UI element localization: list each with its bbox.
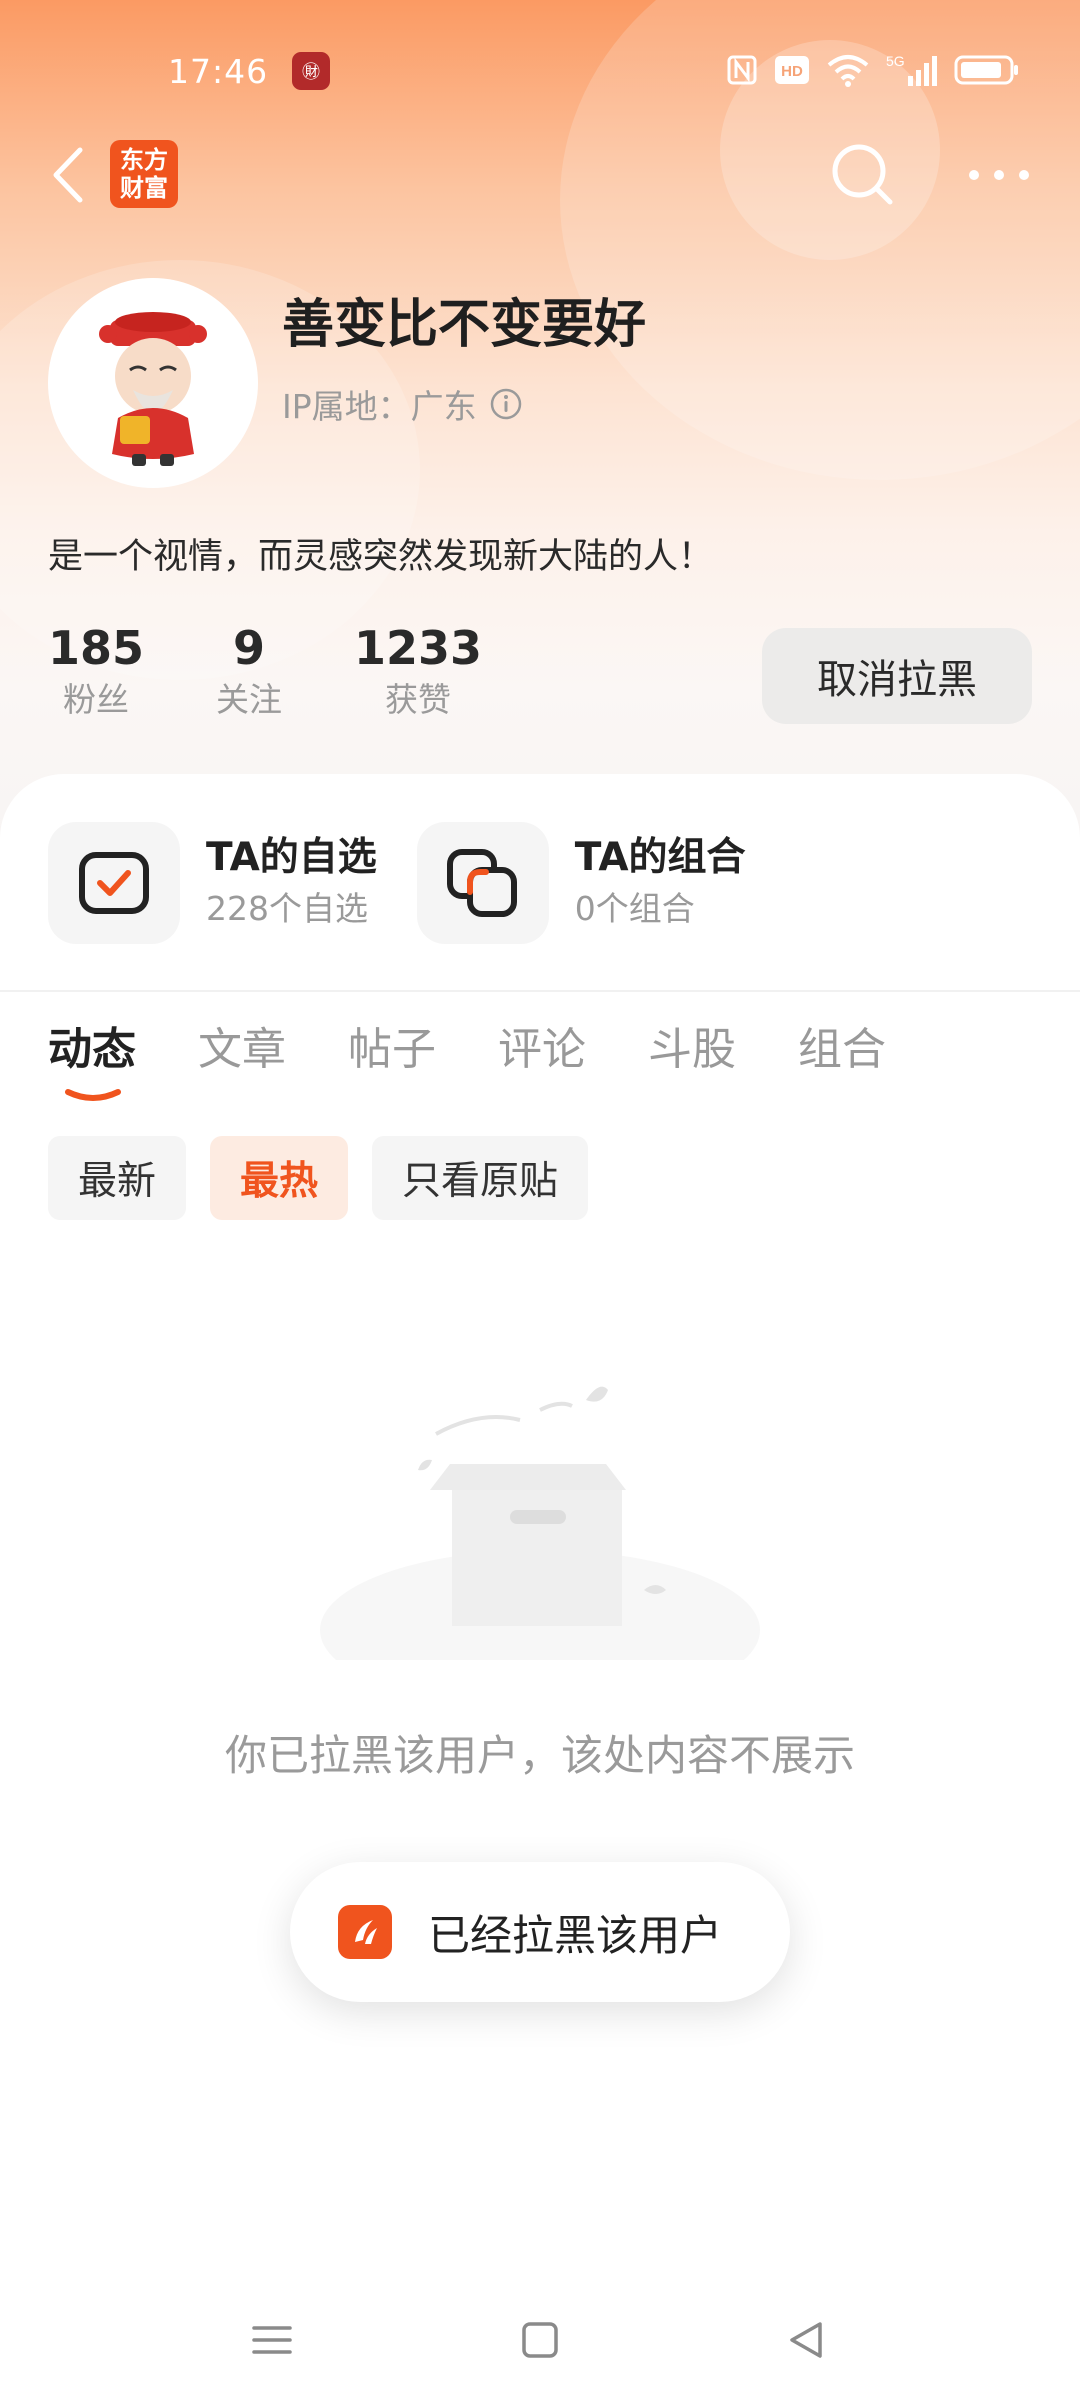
tab-label: 帖子 xyxy=(348,1024,436,1075)
avatar-god-of-wealth-icon xyxy=(99,312,207,466)
stat-followers[interactable]: 185 粉丝 xyxy=(48,620,144,724)
status-time: 17:46 xyxy=(168,52,269,91)
avatar[interactable] xyxy=(48,278,258,488)
quick-link-subtitle: 228个自选 xyxy=(206,889,368,928)
filter-latest[interactable]: 最新 xyxy=(48,1136,187,1220)
tab-active-indicator xyxy=(65,1089,121,1101)
quick-link-watchlist[interactable]: TA的自选 228个自选 xyxy=(48,822,377,944)
search-icon xyxy=(832,144,893,205)
home-icon[interactable] xyxy=(510,2310,570,2370)
tab-label: 组合 xyxy=(798,1024,886,1075)
divider xyxy=(0,990,1080,992)
tab-activity[interactable]: 动态 xyxy=(48,1020,136,1101)
status-icons: HD 5G xyxy=(726,52,1020,88)
tab-articles[interactable]: 文章 xyxy=(198,1020,286,1080)
app-logo-icon xyxy=(338,1905,392,1959)
wifi-icon xyxy=(827,55,869,87)
profile-bio: 是一个视情，而灵感突然发现新大陆的人！ xyxy=(48,537,714,577)
quick-link-subtitle: 0个组合 xyxy=(574,889,695,928)
more-icon xyxy=(969,170,1029,180)
quick-link-text: TA的自选 228个自选 xyxy=(206,832,377,934)
ip-location: IP属地：广东 xyxy=(282,387,477,426)
portfolio-layers-icon xyxy=(446,849,517,917)
menu-icon[interactable] xyxy=(242,2310,302,2370)
status-bar: 17:46 ㊖ HD 5G xyxy=(0,0,1080,140)
stat-value: 1233 xyxy=(354,621,483,675)
signal-5g-icon: 5G xyxy=(886,53,937,86)
quick-link-portfolio[interactable]: TA的组合 0个组合 xyxy=(416,822,746,944)
nfc-icon xyxy=(727,55,757,85)
watchlist-check-icon xyxy=(79,852,149,914)
tab-label: 斗股 xyxy=(648,1024,736,1075)
profile-stats: 185 粉丝 9 关注 1233 获赞 xyxy=(48,620,554,724)
quick-link-title: TA的组合 xyxy=(574,835,746,880)
empty-state-message: 你已拉黑该用户，该处内容不展示 xyxy=(224,1731,855,1780)
back-button[interactable] xyxy=(44,140,94,210)
info-icon[interactable] xyxy=(489,387,523,421)
ip-location-row: IP属地：广东 xyxy=(282,380,523,428)
toast: 已经拉黑该用户 xyxy=(290,1862,790,2002)
hd-label: HD xyxy=(781,63,803,80)
unblock-button[interactable]: 取消拉黑 xyxy=(762,628,1032,724)
empty-box-illustration xyxy=(320,1386,760,1660)
filter-hottest[interactable]: 最热 xyxy=(210,1136,349,1220)
system-nav-bar xyxy=(0,2280,1080,2400)
stat-value: 9 xyxy=(233,621,266,675)
search-button[interactable] xyxy=(828,140,898,210)
quick-link-title: TA的自选 xyxy=(206,835,377,880)
battery-icon xyxy=(954,55,1018,85)
filter-original-only[interactable]: 只看原贴 xyxy=(372,1136,589,1220)
tab-label: 评论 xyxy=(498,1024,586,1075)
stat-likes[interactable]: 1233 获赞 xyxy=(354,620,482,724)
quick-link-text: TA的组合 0个组合 xyxy=(575,832,746,934)
hd-icon: HD xyxy=(775,56,809,84)
tab-label: 文章 xyxy=(198,1024,286,1075)
notification-app-icon: ㊖ xyxy=(292,52,330,90)
back-triangle-icon[interactable] xyxy=(776,2310,836,2370)
stat-label: 关注 xyxy=(216,680,283,719)
brand-line2: 财富 xyxy=(120,174,168,202)
chevron-left-icon xyxy=(53,147,83,203)
filter-chips: 最新 最热 只看原贴 xyxy=(48,1136,589,1220)
stat-label: 粉丝 xyxy=(63,680,130,719)
tab-comments[interactable]: 评论 xyxy=(498,1020,586,1080)
network-label: 5G xyxy=(886,53,905,69)
tab-posts[interactable]: 帖子 xyxy=(348,1020,436,1080)
brand-line1: 东方 xyxy=(120,146,168,174)
stat-label: 获赞 xyxy=(385,680,452,719)
tab-label: 动态 xyxy=(48,1024,136,1075)
tab-stock-battle[interactable]: 斗股 xyxy=(648,1020,736,1080)
quick-links: TA的自选 228个自选 TA的组合 0个组合 xyxy=(48,822,786,944)
watchlist-icon-box xyxy=(48,822,180,944)
profile-name: 善变比不变要好 xyxy=(282,295,647,355)
toast-message: 已经拉黑该用户 xyxy=(428,1910,723,1960)
stat-following[interactable]: 9 关注 xyxy=(216,620,282,724)
brand-logo[interactable]: 东方 财富 xyxy=(110,140,178,208)
content-tabs: 动态 文章 帖子 评论 斗股 组合 xyxy=(48,1020,948,1101)
tab-portfolios[interactable]: 组合 xyxy=(798,1020,886,1080)
more-button[interactable] xyxy=(964,150,1034,200)
stat-value: 185 xyxy=(48,621,145,675)
portfolio-icon-box xyxy=(416,822,549,944)
eastmoney-logo-icon xyxy=(355,1920,377,1944)
